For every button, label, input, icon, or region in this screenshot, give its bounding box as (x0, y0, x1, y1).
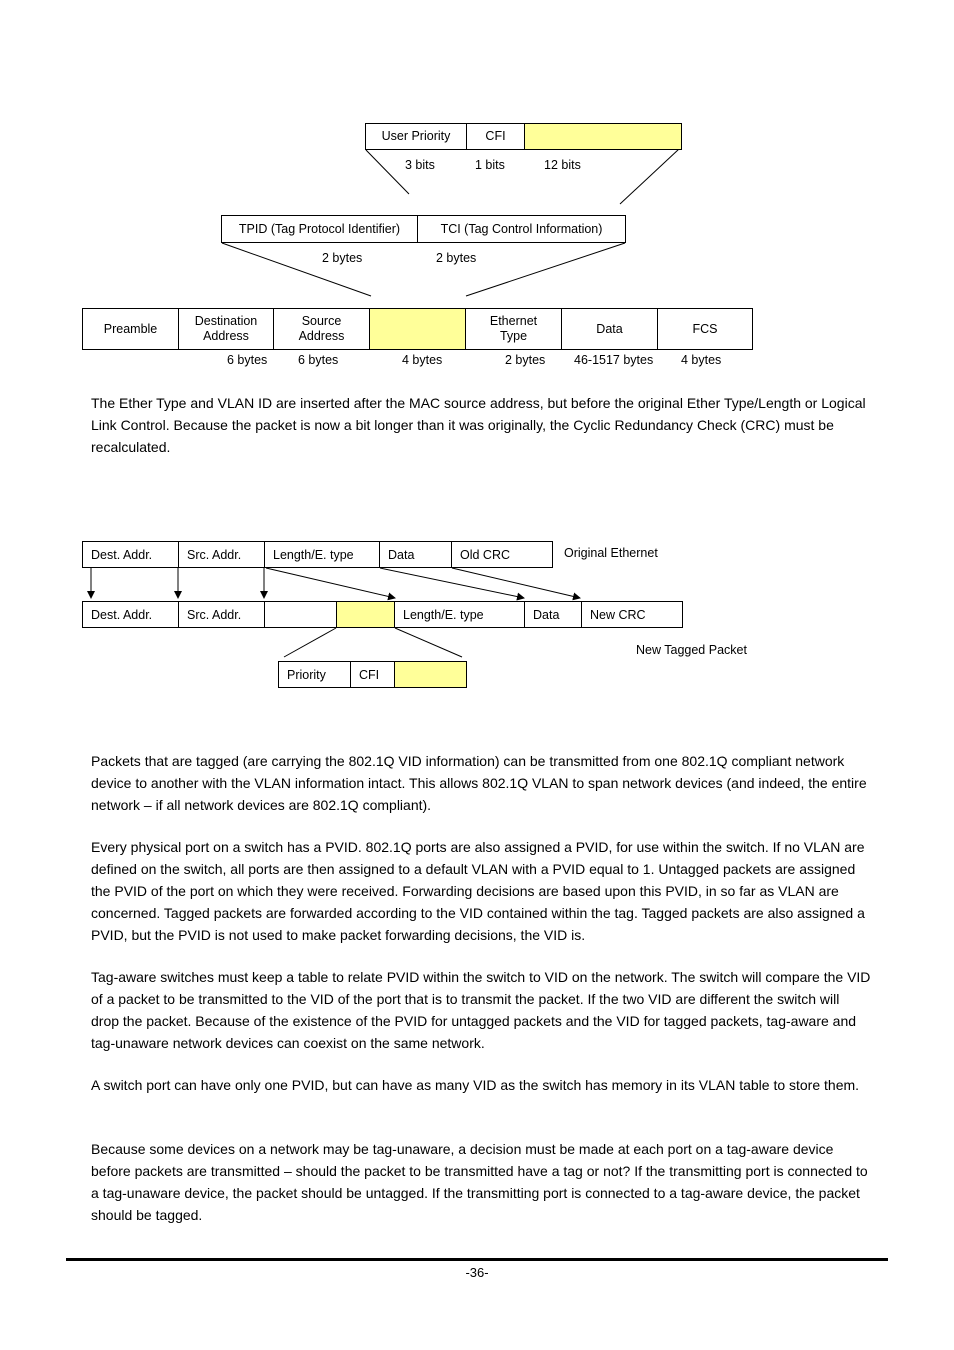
field-label: Dest. Addr. (91, 547, 153, 562)
paragraph-pvid: Every physical port on a switch has a PV… (91, 839, 865, 943)
field-data: Data (561, 308, 658, 350)
expand-line (619, 148, 680, 205)
field-vlan-tag (369, 308, 466, 350)
page-number: -36- (465, 1265, 489, 1280)
size-label: 2 bytes (505, 353, 546, 367)
field-destination-address: Destination Address (178, 308, 274, 350)
size-label: 3 bits (405, 158, 435, 172)
field-label: Src. Addr. (187, 607, 242, 622)
field-cfi: CFI (466, 123, 525, 150)
field-preamble: Preamble (82, 308, 179, 350)
field-label: Priority (287, 667, 326, 682)
tagged-dest-addr: Dest. Addr. (82, 601, 179, 628)
field-label: Preamble (103, 321, 158, 336)
field-fcs: FCS (657, 308, 753, 350)
orig-data: Data (379, 541, 452, 568)
field-label: CFI (485, 129, 506, 143)
field-label: Source Address (298, 314, 345, 343)
new-tagged-packet-label: New Tagged Packet (636, 643, 747, 657)
size-label: 12 bits (544, 158, 581, 172)
size-label: 6 bytes (227, 353, 268, 367)
field-label: TCI (Tag Control Information) (440, 221, 603, 236)
field-label: TPID (Tag Protocol Identifier) (238, 221, 401, 236)
field-label: CFI (359, 667, 380, 682)
field-label: Dest. Addr. (91, 607, 153, 622)
field-user-priority: User Priority (365, 123, 467, 150)
field-label: Old CRC (460, 547, 511, 562)
tagged-data: Data (524, 601, 582, 628)
expand-line (283, 627, 337, 658)
expand-line (465, 242, 626, 297)
arrow-crc-shift (451, 567, 581, 601)
size-label: 2 bytes (322, 251, 363, 265)
field-ethernet-type: Ethernet Type (465, 308, 562, 350)
paragraph-tagged-packets: Packets that are tagged (are carrying th… (91, 753, 867, 813)
tagged-src-addr: Src. Addr. (178, 601, 265, 628)
expand-line (394, 627, 463, 658)
field-label: Destination Address (194, 314, 258, 343)
arrow-data-shift (379, 567, 525, 601)
field-label: Data (388, 547, 415, 562)
original-ethernet-label: Original Ethernet (564, 546, 658, 560)
size-label: 6 bytes (298, 353, 339, 367)
field-tpid: TPID (Tag Protocol Identifier) (221, 215, 418, 243)
tagged-tpid (264, 601, 337, 628)
size-label: 4 bytes (402, 353, 443, 367)
tagged-new-crc: New CRC (581, 601, 683, 628)
orig-length-type: Length/E. type (264, 541, 380, 568)
tag-vlan-id (394, 661, 467, 688)
field-vlan-id (524, 123, 682, 150)
field-source-address: Source Address (273, 308, 370, 350)
field-label: Length/E. type (273, 547, 354, 562)
field-label: Data (533, 607, 560, 622)
orig-old-crc: Old CRC (451, 541, 553, 568)
orig-dest-addr: Dest. Addr. (82, 541, 179, 568)
size-label: 1 bits (475, 158, 505, 172)
expand-line (365, 149, 410, 195)
field-label: FCS (692, 321, 718, 336)
tagged-tci (336, 601, 395, 628)
field-label: Length/E. type (403, 607, 484, 622)
size-label: 2 bytes (436, 251, 477, 265)
field-label: Data (596, 321, 623, 336)
paragraph-tag-decision: Because some devices on a network may be… (91, 1141, 868, 1223)
tagged-length-type: Length/E. type (394, 601, 525, 628)
paragraph-switch-port: A switch port can have only one PVID, bu… (91, 1077, 860, 1093)
field-tci: TCI (Tag Control Information) (417, 215, 626, 243)
arrow-len-shift (265, 567, 396, 601)
field-label: Ethernet Type (489, 314, 538, 343)
paragraph-tag-aware: Tag-aware switches must keep a table to … (91, 969, 871, 1051)
size-label: 4 bytes (681, 353, 722, 367)
tag-priority: Priority (278, 661, 351, 688)
paragraph-ether-type: The Ether Type and VLAN ID are inserted … (91, 395, 866, 455)
field-label: Src. Addr. (187, 547, 242, 562)
orig-src-addr: Src. Addr. (178, 541, 265, 568)
field-label: User Priority (381, 129, 451, 143)
tag-cfi: CFI (350, 661, 395, 688)
field-label: New CRC (590, 607, 646, 622)
size-label: 46-1517 bytes (574, 353, 654, 367)
footer-rule (66, 1258, 888, 1261)
